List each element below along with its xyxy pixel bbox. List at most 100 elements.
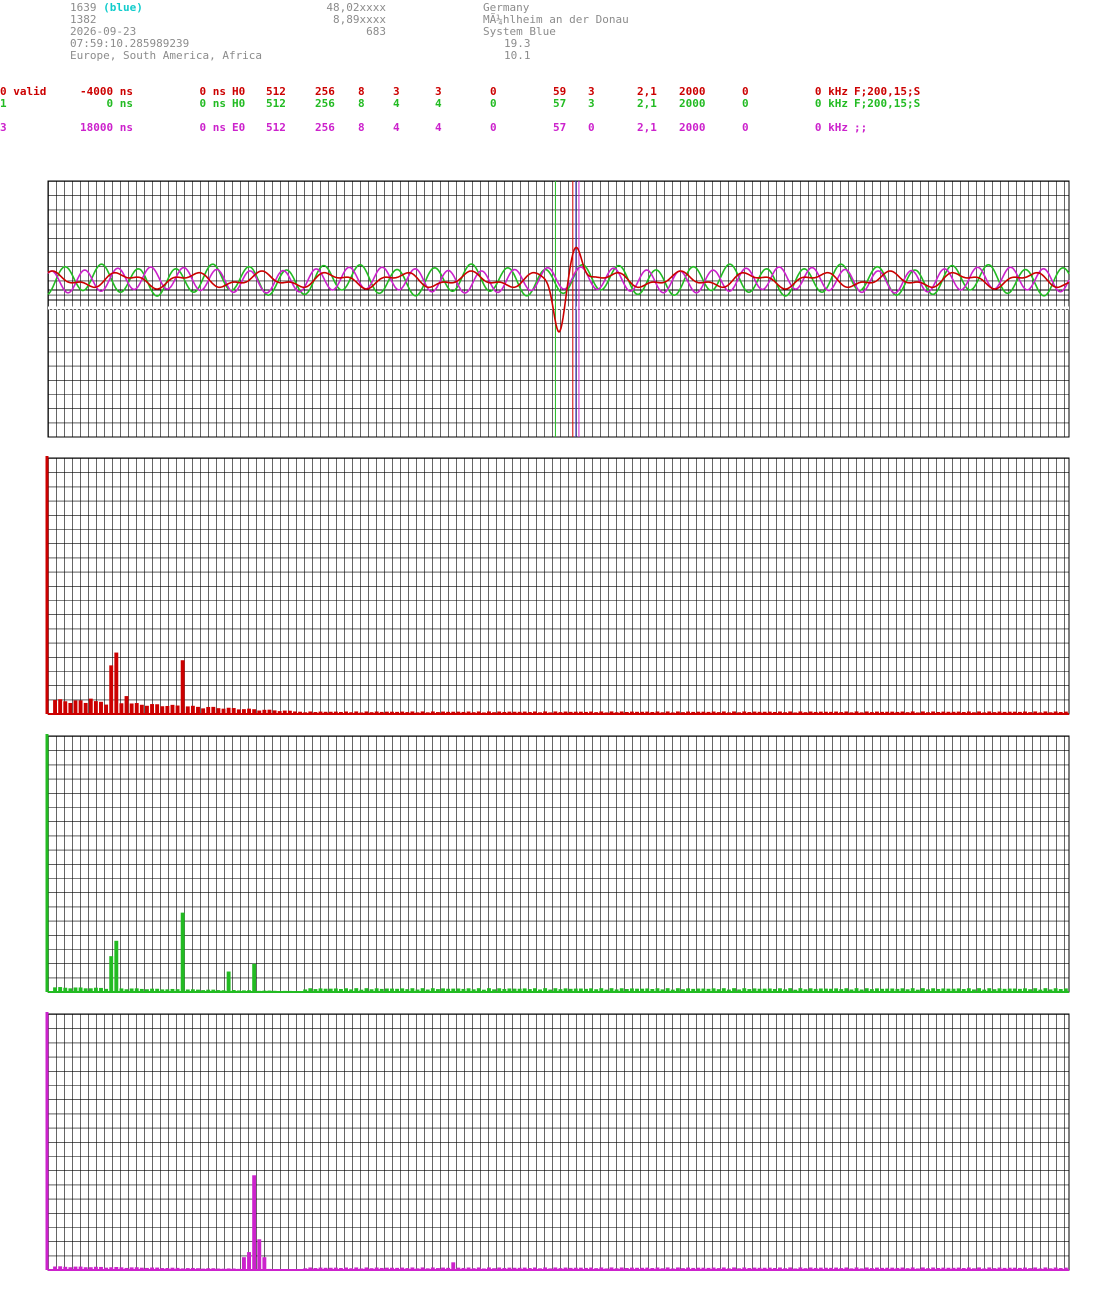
spectrum-0-bar (778, 711, 782, 714)
spectrum-0-bar (966, 711, 971, 714)
spectrum-3-bar (599, 1267, 604, 1270)
spectrum-0-bar (548, 712, 553, 714)
spectrum-1-bar (487, 988, 491, 992)
spectrum-3-bar (170, 1267, 175, 1270)
spectrum-3-bar (813, 1267, 818, 1270)
spectrum-1-bar (829, 988, 833, 992)
spectrum-1-bar (99, 987, 103, 992)
spectrum-3-bar (476, 1267, 481, 1270)
spectrum-3-bar (604, 1268, 609, 1270)
spectrum-3-bar (104, 1267, 109, 1270)
spectrum-1-bar (73, 987, 78, 992)
spectrum-3-bar (354, 1267, 359, 1270)
spectrum-1-bar (1007, 988, 1012, 992)
spectrum-1-bar (1048, 989, 1053, 992)
spectrum-0-bar (614, 712, 619, 714)
spectrum-3-bar (298, 1269, 303, 1270)
spectrum-1-bar (507, 988, 512, 992)
spectrum-3-bar (527, 1268, 532, 1270)
spectrum-0-bar (732, 711, 736, 714)
spectrum-1-bar (691, 988, 696, 992)
spectrum-0-bar (716, 712, 721, 714)
spectrum-3-bar (451, 1262, 456, 1270)
spectrum-3-bar (798, 1267, 803, 1270)
spectrum-0-bar (691, 711, 696, 714)
spectrum-1-bar (252, 963, 257, 992)
spectrum-0-bar (558, 712, 563, 714)
spectrum-0-bar (670, 712, 675, 714)
spectrum-0-bar (308, 711, 313, 714)
spectrum-3-bar (716, 1268, 721, 1270)
spectrum-0-bar (869, 712, 874, 714)
spectrum-3-bar (1043, 1267, 1048, 1270)
spectrum-3-bar (818, 1267, 823, 1270)
spectrum-3-bar (497, 1267, 502, 1270)
spectrum-1-bar (732, 988, 736, 992)
spectrum-3-bar (328, 1267, 333, 1270)
spectrum-3-bar (920, 1267, 925, 1270)
spectrum-1-bar (461, 988, 466, 992)
spectrum-1-bar (226, 971, 231, 992)
spectrum-1-bar (635, 988, 639, 992)
spectrum-3-bar (992, 1268, 997, 1270)
spectrum-3-bar (435, 1268, 440, 1270)
spectrum-3-bar (196, 1268, 200, 1270)
spectrum-0-bar (512, 711, 517, 714)
spectrum-1-bar (823, 988, 828, 992)
spectrum-1-bar (502, 988, 507, 992)
spectrum-1-bar (1053, 988, 1058, 992)
spectrum-1-bar (686, 988, 691, 992)
spectrum-1-bar (359, 989, 364, 992)
spectrum-1-bar (645, 988, 650, 992)
spectrum-0-bar (696, 711, 701, 714)
spectrum-3-bar (726, 1268, 731, 1270)
spectrum-0-bar (1063, 711, 1068, 714)
spectrum-0-bar (359, 712, 364, 714)
spectrum-0-bar (73, 700, 78, 714)
spectrum-3-bar (93, 1266, 98, 1270)
spectrum-3-bar (441, 1267, 445, 1270)
spectrum-3-bar (446, 1267, 451, 1270)
spectrum-1-bar (293, 991, 297, 992)
spectrum-3-bar (369, 1268, 374, 1270)
spectrum-1-bar (323, 988, 328, 992)
spectrum-0-bar (400, 711, 405, 714)
spectrum-3-bar (252, 1175, 257, 1270)
spectrum-3-bar (425, 1268, 430, 1270)
spectrum-3-bar (287, 1269, 292, 1270)
spectrum-0-bar (420, 711, 425, 714)
spectrum-1-bar (681, 989, 685, 992)
spectrum-3-bar (691, 1267, 696, 1270)
spectrum-0-bar (293, 711, 297, 714)
spectrum-0-bar (379, 711, 384, 714)
spectrum-1-bar (308, 988, 313, 992)
spectrum-0-bar (318, 711, 323, 714)
spectrum-3-bar (915, 1268, 920, 1270)
spectrum-3-bar (1053, 1267, 1058, 1270)
spectrum-1-bar (604, 989, 609, 992)
spectrum-1-bar (629, 988, 634, 992)
spectrum-0-bar (803, 712, 808, 714)
spectrum-0-bar (793, 712, 798, 714)
spectrum-1-bar (721, 988, 726, 992)
spectrum-3-bar (1028, 1268, 1033, 1270)
spectrum-3-bar (257, 1239, 262, 1270)
spectrum-3-bar (190, 1267, 195, 1270)
spectrum-0-bar (747, 712, 752, 714)
spectrum-0-bar (190, 705, 195, 714)
spectrum-0-bar (435, 712, 440, 714)
spectrum-0-bar (68, 703, 73, 714)
spectrum-3-bar (487, 1267, 491, 1270)
spectrum-3-bar (231, 1268, 236, 1270)
spectrum-1-bar (144, 989, 149, 992)
spectrum-1-bar (451, 988, 456, 992)
spectrum-3-bar (803, 1268, 808, 1270)
spectrum-3-bar (226, 1268, 231, 1270)
spectrum-1-bar (1058, 989, 1063, 992)
spectrum-0-bar (987, 711, 992, 714)
spectrum-1-bar (1002, 988, 1007, 992)
spectrum-0-bar (333, 711, 338, 714)
spectrum-0-bar (538, 712, 542, 714)
spectrum-1-bar (538, 989, 542, 992)
spectrum-0-bar (875, 711, 879, 714)
